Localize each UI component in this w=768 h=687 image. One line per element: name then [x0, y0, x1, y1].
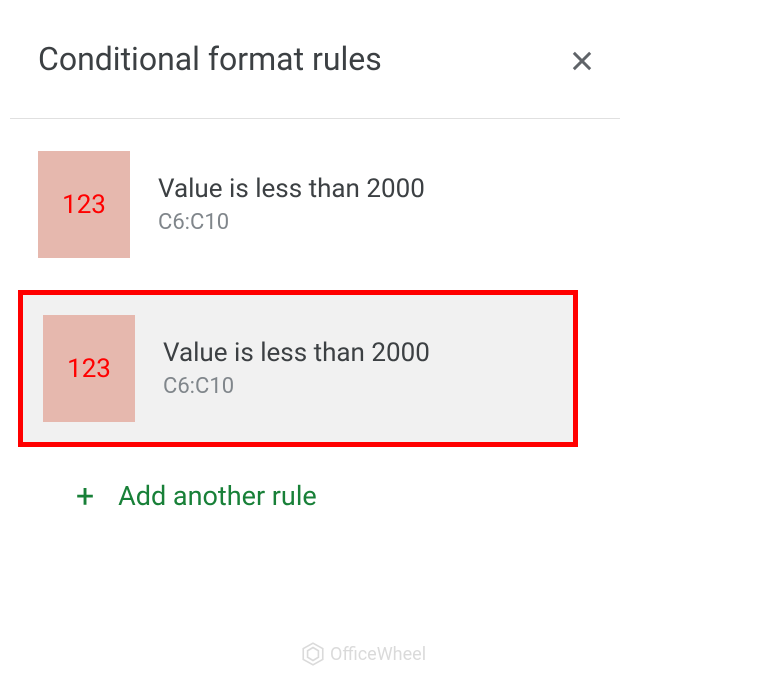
rule-info: Value is less than 2000 C6:C10 [158, 174, 425, 235]
plus-icon: + [76, 477, 94, 515]
rule-info: Value is less than 2000 C6:C10 [163, 338, 430, 399]
conditional-format-panel: Conditional format rules 123 Value is le… [10, 0, 620, 535]
watermark-icon [300, 641, 326, 667]
panel-title: Conditional format rules [38, 40, 382, 78]
watermark-text: OfficeWheel [330, 644, 426, 665]
rule-condition: Value is less than 2000 [163, 338, 430, 368]
close-icon [568, 47, 596, 75]
rule-range: C6:C10 [163, 374, 430, 399]
add-rule-label: Add another rule [118, 480, 317, 512]
panel-header: Conditional format rules [10, 0, 620, 119]
close-button[interactable] [568, 47, 592, 71]
rules-list: 123 Value is less than 2000 C6:C10 123 V… [10, 119, 620, 447]
add-rule-button[interactable]: + Add another rule [10, 447, 620, 535]
rule-preview-swatch: 123 [38, 151, 130, 258]
rule-preview-swatch: 123 [43, 315, 135, 422]
rule-item-selected[interactable]: 123 Value is less than 2000 C6:C10 [18, 290, 578, 447]
watermark: OfficeWheel [300, 641, 426, 667]
rule-condition: Value is less than 2000 [158, 174, 425, 204]
rule-item[interactable]: 123 Value is less than 2000 C6:C10 [10, 127, 620, 282]
rule-range: C6:C10 [158, 210, 425, 235]
